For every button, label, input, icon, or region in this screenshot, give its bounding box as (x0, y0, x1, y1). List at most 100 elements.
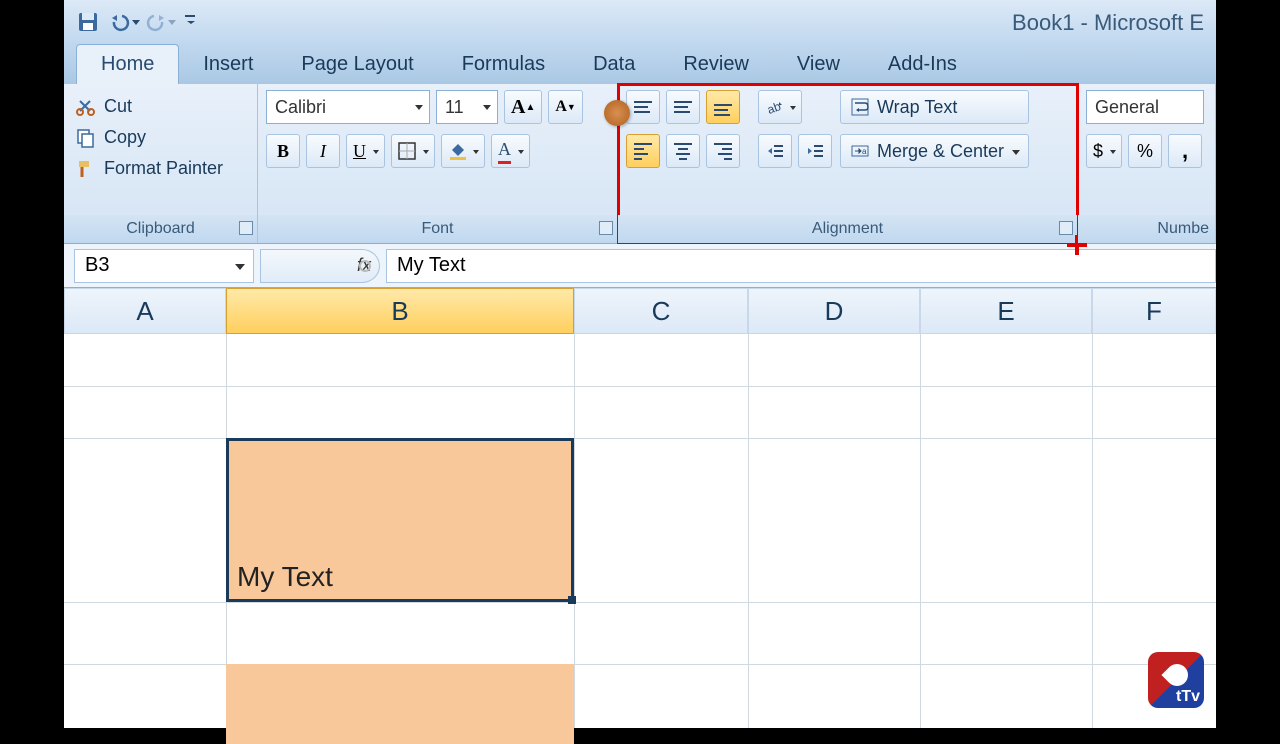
fx-button[interactable]: fx (260, 249, 380, 283)
cell-b3-value: My Text (237, 561, 333, 593)
align-bottom-button[interactable] (706, 90, 740, 124)
formula-input[interactable]: My Text (386, 249, 1216, 283)
fill-color-button[interactable] (441, 134, 485, 168)
svg-text:a: a (862, 147, 867, 156)
cells-area[interactable]: My Text (64, 334, 1216, 728)
tab-insert[interactable]: Insert (179, 45, 277, 84)
align-top-button[interactable] (626, 90, 660, 124)
font-color-button[interactable]: A (491, 134, 530, 168)
redo-button[interactable] (144, 6, 176, 38)
align-right-icon (714, 143, 732, 160)
font-group-label: Font (258, 215, 617, 243)
cell-b4[interactable] (226, 664, 574, 744)
column-header-e[interactable]: E (920, 288, 1092, 334)
tab-formulas[interactable]: Formulas (438, 45, 569, 84)
watermark-logo: tTv (1148, 652, 1204, 708)
window-title: Book1 - Microsoft E (1012, 10, 1204, 36)
font-name-combo[interactable]: Calibri (266, 90, 430, 124)
format-painter-button[interactable]: Format Painter (72, 156, 227, 181)
font-size-combo[interactable]: 11 (436, 90, 498, 124)
align-middle-icon (674, 98, 692, 116)
undo-dropdown-icon (132, 20, 140, 25)
cut-label: Cut (104, 96, 132, 117)
font-launcher[interactable] (599, 221, 613, 235)
chevron-down-icon (235, 264, 245, 270)
column-header-d[interactable]: D (748, 288, 920, 334)
tab-home[interactable]: Home (76, 44, 179, 84)
tab-view[interactable]: View (773, 45, 864, 84)
column-header-f[interactable]: F (1092, 288, 1216, 334)
qat-customize-icon (187, 21, 195, 24)
bold-button[interactable]: B (266, 134, 300, 168)
column-header-b[interactable]: B (226, 288, 574, 334)
wrap-text-button[interactable]: Wrap Text (840, 90, 1029, 124)
chevron-down-icon (415, 105, 423, 110)
fill-handle[interactable] (568, 596, 576, 604)
border-icon (398, 142, 416, 160)
comma-button[interactable]: , (1168, 134, 1202, 168)
align-middle-button[interactable] (666, 90, 700, 124)
clipboard-group-label: Clipboard (64, 215, 257, 243)
merge-icon: a (851, 142, 869, 160)
redo-dropdown-icon (168, 20, 176, 25)
orientation-icon: ab (765, 98, 783, 116)
formula-value: My Text (397, 254, 466, 277)
qat-customize-button[interactable] (180, 6, 200, 38)
percent-button[interactable]: % (1128, 134, 1162, 168)
copy-label: Copy (104, 127, 146, 148)
clipboard-launcher[interactable] (239, 221, 253, 235)
column-header-a[interactable]: A (64, 288, 226, 334)
merge-center-label: Merge & Center (877, 141, 1004, 162)
save-button[interactable] (72, 6, 104, 38)
font-color-icon: A (498, 139, 511, 164)
paintbrush-icon (76, 159, 96, 179)
name-box[interactable]: B3 (74, 249, 254, 283)
border-button[interactable] (391, 134, 435, 168)
tab-page-layout[interactable]: Page Layout (277, 45, 437, 84)
currency-button[interactable]: $ (1086, 134, 1122, 168)
number-format-value: General (1095, 97, 1159, 118)
format-painter-label: Format Painter (104, 158, 223, 179)
bucket-icon (448, 142, 466, 160)
tab-addins[interactable]: Add-Ins (864, 45, 981, 84)
align-right-button[interactable] (706, 134, 740, 168)
merge-center-button[interactable]: a Merge & Center (840, 134, 1029, 168)
svg-text:ab: ab (765, 99, 783, 116)
decrease-indent-icon (766, 142, 784, 160)
chevron-down-icon (483, 105, 491, 110)
orientation-button[interactable]: ab (758, 90, 802, 124)
align-top-icon (634, 101, 652, 113)
underline-button[interactable]: U (346, 134, 385, 168)
copy-button[interactable]: Copy (72, 125, 227, 150)
shrink-font-button[interactable]: A▼ (548, 90, 582, 124)
cell-b3[interactable]: My Text (226, 438, 574, 602)
number-format-combo[interactable]: General (1086, 90, 1204, 124)
ribbon-tabs: Home Insert Page Layout Formulas Data Re… (64, 44, 1216, 84)
number-group-label: Numbe (1078, 215, 1215, 243)
alignment-launcher[interactable] (1059, 221, 1073, 235)
font-size-value: 11 (445, 97, 464, 118)
align-bottom-icon (714, 98, 732, 116)
copy-icon (76, 128, 96, 148)
alignment-group-label: Alignment (618, 215, 1077, 243)
align-left-button[interactable] (626, 134, 660, 168)
increase-indent-button[interactable] (798, 134, 832, 168)
align-left-icon (634, 143, 652, 160)
tab-review[interactable]: Review (659, 45, 773, 84)
cut-button[interactable]: Cut (72, 94, 227, 119)
scissors-icon (76, 97, 96, 117)
italic-button[interactable]: I (306, 134, 340, 168)
align-center-button[interactable] (666, 134, 700, 168)
increase-indent-icon (806, 142, 824, 160)
wrap-text-icon (851, 98, 869, 116)
grow-font-button[interactable]: A▲ (504, 90, 542, 124)
cursor-marker-icon (604, 100, 630, 126)
wrap-text-label: Wrap Text (877, 97, 957, 118)
decrease-indent-button[interactable] (758, 134, 792, 168)
font-name-value: Calibri (275, 97, 326, 118)
align-center-icon (674, 143, 692, 160)
undo-button[interactable] (108, 6, 140, 38)
name-box-value: B3 (85, 254, 109, 277)
column-header-c[interactable]: C (574, 288, 748, 334)
tab-data[interactable]: Data (569, 45, 659, 84)
